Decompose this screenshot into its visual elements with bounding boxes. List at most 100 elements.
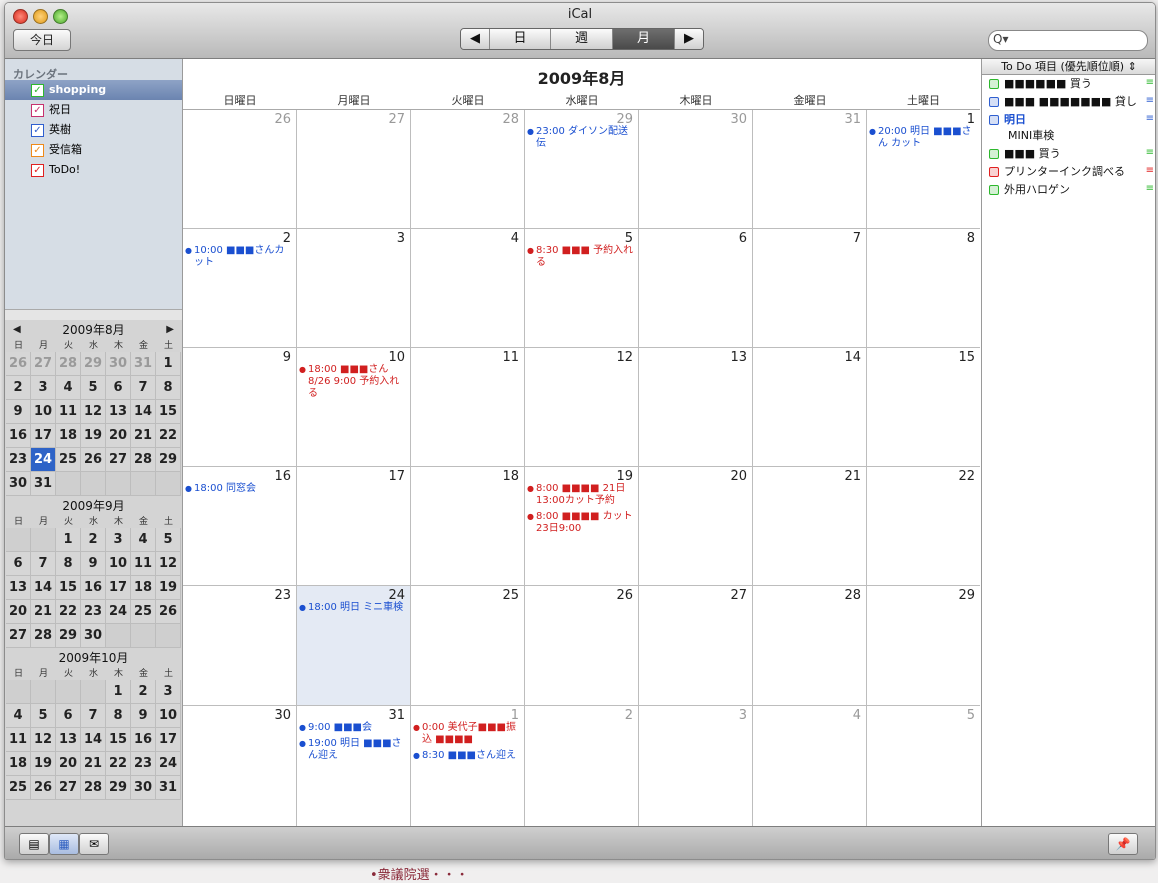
mini-day[interactable]: 21 (31, 600, 56, 624)
mini-day[interactable]: 2 (131, 680, 156, 704)
mini-day[interactable]: 6 (6, 552, 31, 576)
mini-day[interactable]: 31 (131, 352, 156, 376)
mini-day-today[interactable]: 24 (31, 448, 56, 472)
checkbox[interactable]: ✓ (31, 84, 44, 97)
mini-day[interactable]: 20 (6, 600, 31, 624)
todo-checkbox[interactable] (989, 97, 999, 107)
mini-day[interactable]: 19 (31, 752, 56, 776)
mini-day[interactable]: 26 (31, 776, 56, 800)
mini-day[interactable]: 14 (31, 576, 56, 600)
mini-day[interactable]: 26 (156, 600, 181, 624)
checkbox[interactable]: ✓ (31, 124, 44, 137)
day-cell[interactable]: 9 (183, 348, 297, 467)
calendar-item[interactable]: ✓ 祝日 (5, 100, 182, 120)
mini-day[interactable]: 6 (56, 704, 81, 728)
week-view-button[interactable]: 週 (551, 29, 613, 49)
mini-day[interactable]: 13 (6, 576, 31, 600)
day-cell[interactable]: 28 (753, 586, 867, 706)
mini-day[interactable]: 11 (56, 400, 81, 424)
previous-arrow-icon[interactable]: ◀ (461, 29, 490, 49)
day-cell[interactable]: 17 (297, 467, 411, 586)
mini-day[interactable]: 11 (6, 728, 31, 752)
day-cell[interactable]: 3 (297, 229, 411, 348)
mini-day[interactable]: 7 (81, 704, 106, 728)
mini-day[interactable]: 8 (56, 552, 81, 576)
day-cell[interactable]: 1618:00 同窓会 (183, 467, 297, 586)
mini-day[interactable]: 30 (6, 472, 31, 496)
day-cell[interactable]: 8 (867, 229, 980, 348)
mini-day[interactable]: 17 (106, 576, 131, 600)
mini-day[interactable]: 10 (156, 704, 181, 728)
mini-day[interactable]: 18 (131, 576, 156, 600)
mini-day[interactable]: 23 (6, 448, 31, 472)
day-cell[interactable]: 29 (867, 586, 980, 706)
mini-day[interactable]: 24 (156, 752, 181, 776)
mini-day[interactable]: 3 (31, 376, 56, 400)
day-cell[interactable]: 1018:00 ■■■さん8/26 9:00 予約入れる (297, 348, 411, 467)
calendar-item[interactable]: ✓ ToDo! (5, 160, 182, 180)
day-cell-today[interactable]: 2418:00 明日 ミニ車検 (297, 586, 411, 706)
calendar-item[interactable]: ✓ 英樹 (5, 120, 182, 140)
mini-day[interactable]: 8 (156, 376, 181, 400)
notifications-mail-icon[interactable]: ✉ (79, 833, 109, 855)
mini-day[interactable]: 21 (131, 424, 156, 448)
day-cell[interactable]: 11 (411, 348, 525, 467)
calendar-event[interactable]: 8:00 ■■■■ 21日 13:00カット予約 (527, 483, 636, 507)
mini-day[interactable]: 28 (31, 624, 56, 648)
mini-day[interactable]: 2 (81, 528, 106, 552)
day-cell[interactable]: 14 (753, 348, 867, 467)
day-cell[interactable]: 3 (639, 706, 753, 827)
mini-day[interactable]: 7 (131, 376, 156, 400)
mini-day[interactable]: 9 (6, 400, 31, 424)
mini-day[interactable]: 9 (81, 552, 106, 576)
todo-checkbox[interactable] (989, 167, 999, 177)
calendar-event[interactable]: 8:30 ■■■ 予約入れる (527, 245, 636, 269)
todo-checkbox[interactable] (989, 79, 999, 89)
mini-day[interactable]: 29 (106, 776, 131, 800)
mini-day[interactable]: 24 (106, 600, 131, 624)
mini-day[interactable]: 20 (106, 424, 131, 448)
mini-day[interactable]: 3 (106, 528, 131, 552)
mini-day[interactable]: 16 (131, 728, 156, 752)
day-cell[interactable]: 319:00 ■■■会 19:00 明日 ■■■さん迎え (297, 706, 411, 827)
next-arrow-icon[interactable]: ▶ (675, 29, 703, 49)
day-cell[interactable]: 18 (411, 467, 525, 586)
day-cell[interactable]: 30 (183, 706, 297, 827)
day-cell[interactable]: 28 (411, 110, 525, 229)
today-button[interactable]: 今日 (13, 29, 71, 51)
mini-day[interactable]: 1 (106, 680, 131, 704)
mini-day[interactable]: 6 (106, 376, 131, 400)
mini-day[interactable]: 26 (6, 352, 31, 376)
mini-day[interactable]: 29 (81, 352, 106, 376)
calendar-event[interactable]: 9:00 ■■■会 (299, 722, 408, 734)
mini-day[interactable]: 8 (106, 704, 131, 728)
day-cell[interactable]: 25 (411, 586, 525, 706)
mini-day[interactable]: 22 (106, 752, 131, 776)
mini-day[interactable]: 12 (156, 552, 181, 576)
mini-day[interactable]: 13 (106, 400, 131, 424)
mini-day[interactable]: 5 (81, 376, 106, 400)
mini-day[interactable]: 20 (56, 752, 81, 776)
checkbox[interactable]: ✓ (31, 144, 44, 157)
day-cell[interactable]: 5 (867, 706, 980, 827)
calendar-event[interactable]: 23:00 ダイソン配送伝 (527, 126, 636, 150)
mini-day[interactable]: 23 (131, 752, 156, 776)
day-cell[interactable]: 27 (639, 586, 753, 706)
day-cell[interactable]: 20 (639, 467, 753, 586)
mini-day[interactable]: 25 (56, 448, 81, 472)
mini-day[interactable]: 22 (156, 424, 181, 448)
todo-sort-header[interactable]: To Do 項目 (優先順位順) ⇕ (982, 59, 1155, 75)
calendar-event[interactable]: 0:00 美代子■■■振込 ■■■■ (413, 722, 522, 746)
mini-day[interactable]: 27 (56, 776, 81, 800)
mini-day[interactable]: 11 (131, 552, 156, 576)
calendar-event[interactable]: 20:00 明日 ■■■さん カット (869, 126, 978, 150)
mini-day[interactable]: 14 (81, 728, 106, 752)
day-cell[interactable]: 31 (753, 110, 867, 229)
mini-day[interactable]: 4 (56, 376, 81, 400)
mini-day[interactable]: 21 (81, 752, 106, 776)
mini-day[interactable]: 17 (156, 728, 181, 752)
checkbox[interactable]: ✓ (31, 104, 44, 117)
calendar-event[interactable]: 18:00 明日 ミニ車検 (299, 602, 408, 614)
mini-day[interactable]: 4 (131, 528, 156, 552)
mini-day[interactable]: 3 (156, 680, 181, 704)
